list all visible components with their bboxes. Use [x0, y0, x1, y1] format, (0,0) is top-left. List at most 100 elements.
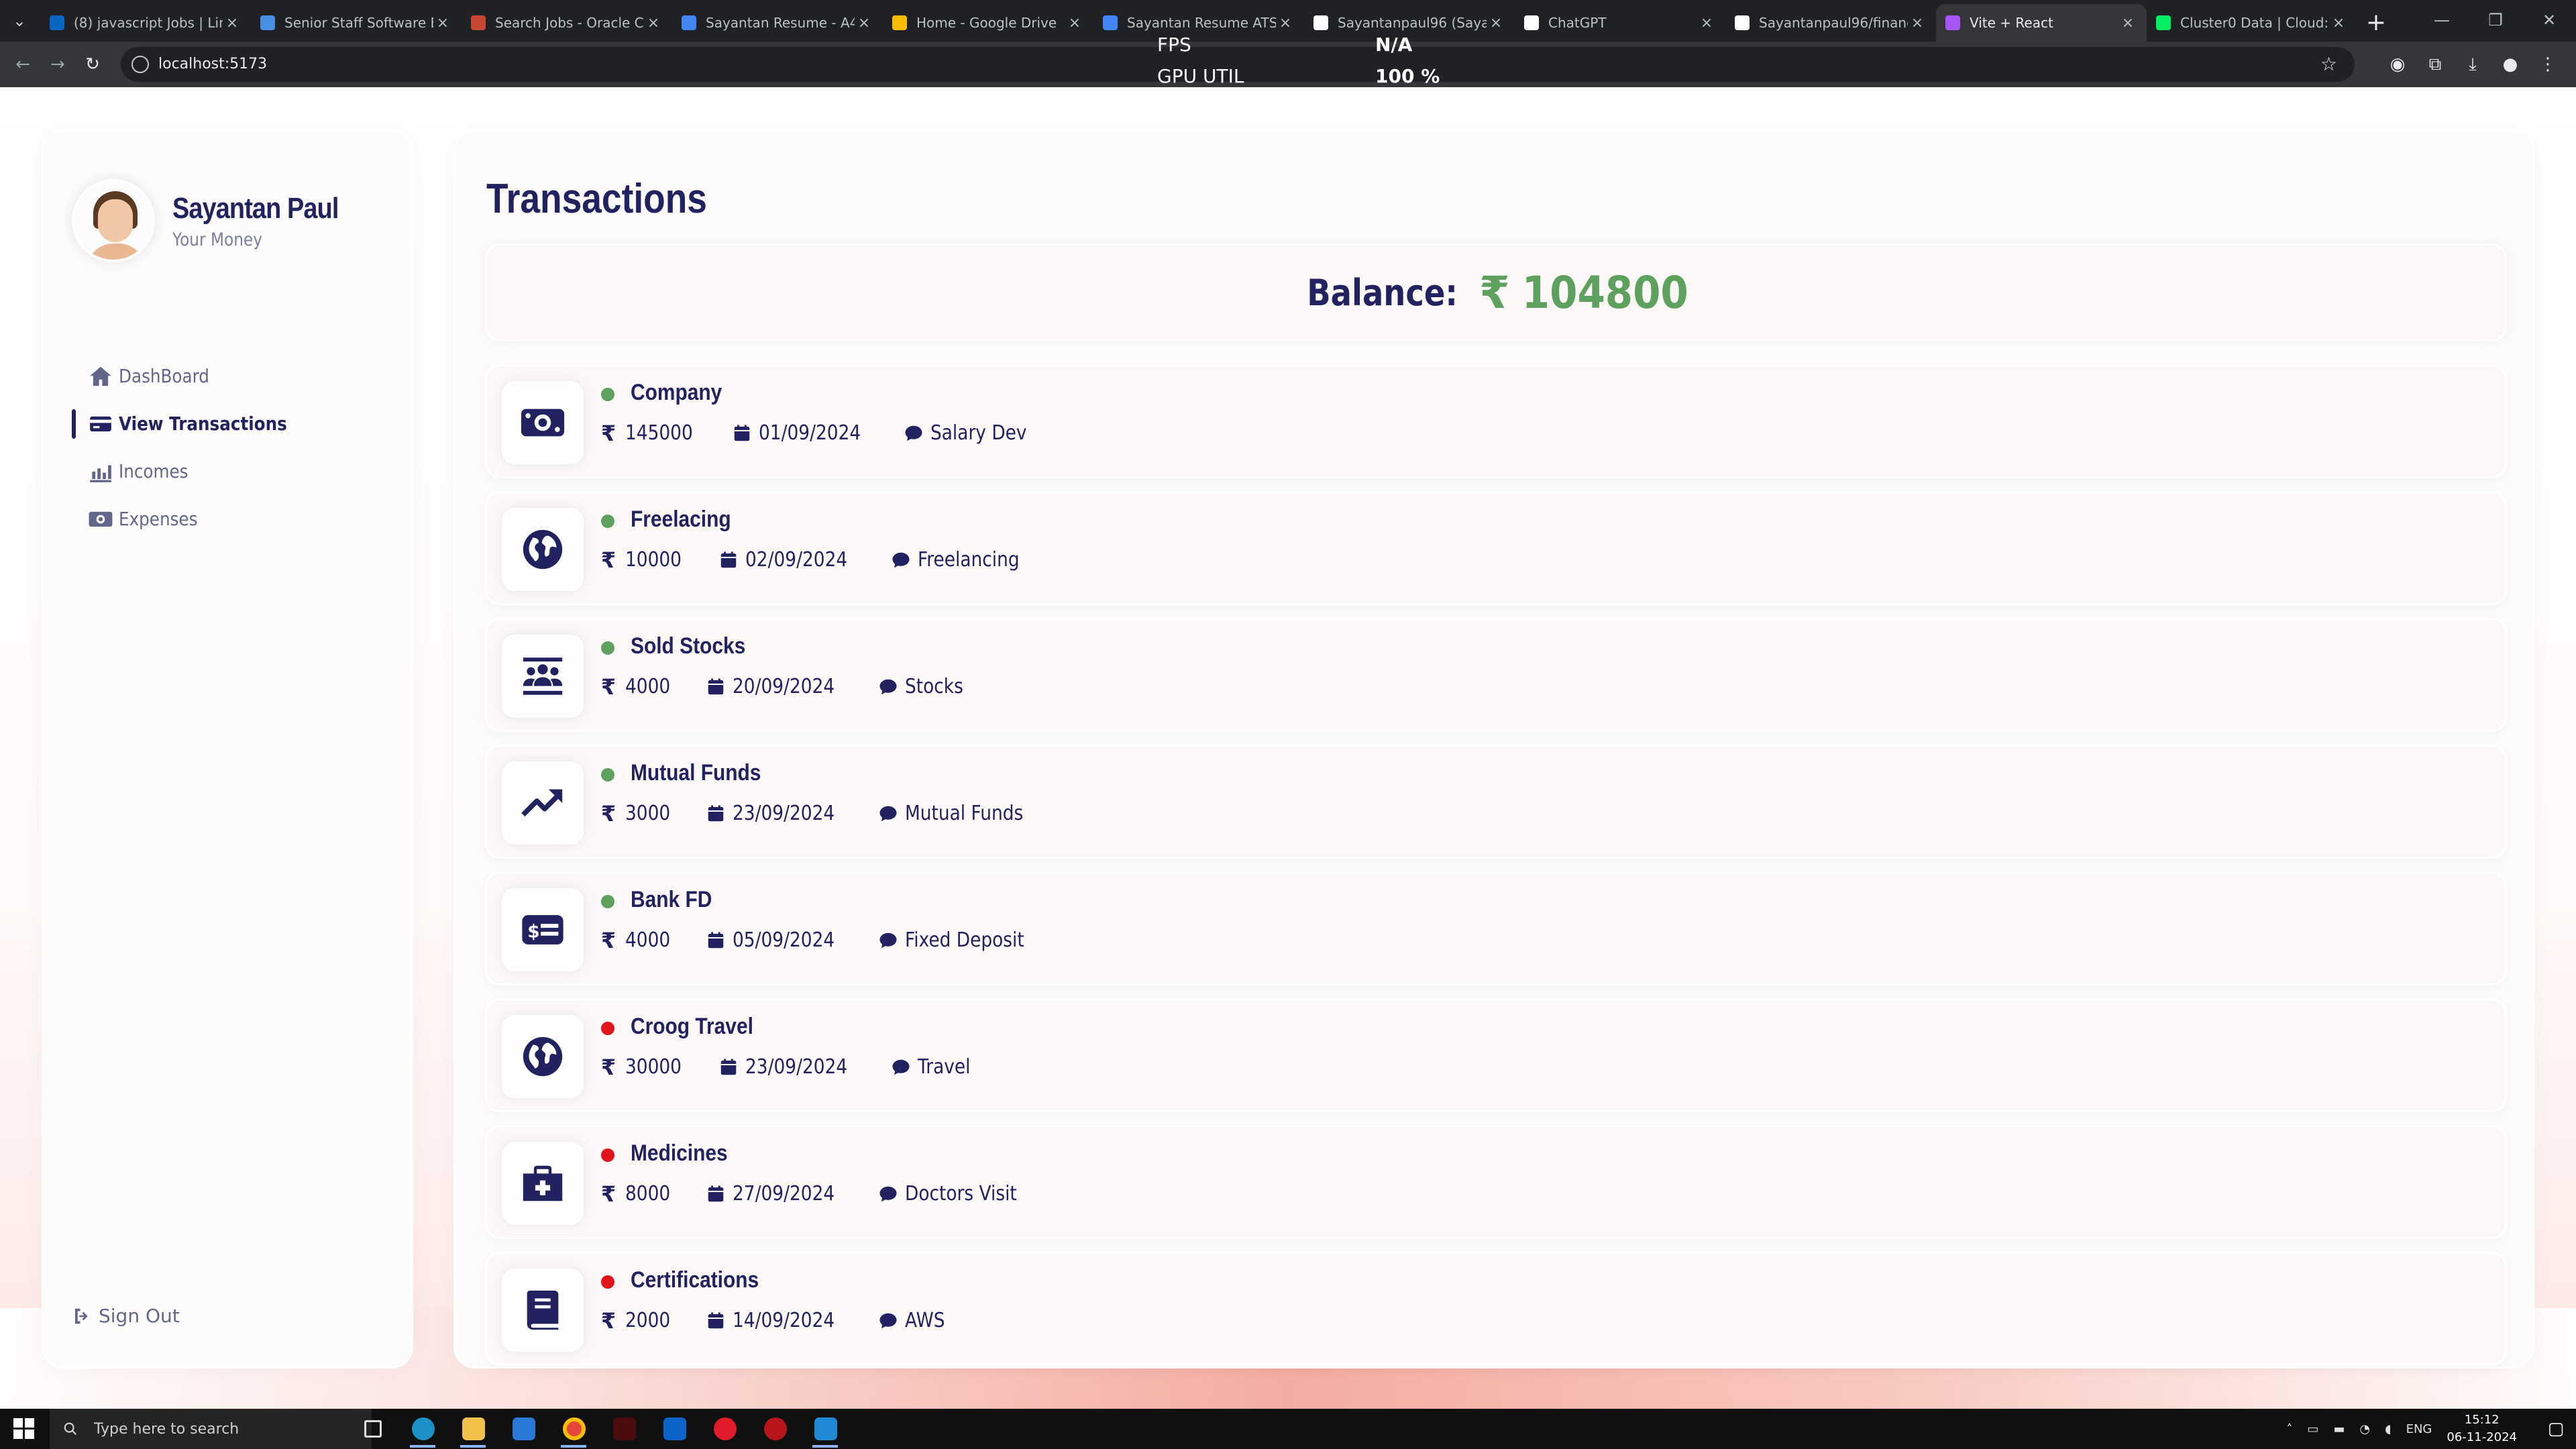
transaction-status-dot: [601, 1022, 614, 1035]
close-tab-icon[interactable]: ×: [1065, 15, 1084, 32]
profile-icon[interactable]: ●: [2496, 50, 2525, 79]
wifi-icon[interactable]: ◔: [2359, 1422, 2370, 1436]
sidebar-item-label: Expenses: [119, 508, 198, 530]
close-tab-icon[interactable]: ×: [433, 15, 452, 32]
balance-value: 104800: [1521, 266, 1688, 319]
sign-out-button[interactable]: Sign Out: [72, 1305, 180, 1327]
transaction-title: Bank FD: [631, 887, 712, 912]
vscode-icon[interactable]: [800, 1414, 851, 1448]
close-tab-icon[interactable]: ×: [1908, 15, 1927, 32]
game-app-icon[interactable]: [599, 1414, 649, 1444]
sidebar-item-incomes[interactable]: Incomes: [44, 447, 415, 495]
cash-card-icon: $: [522, 915, 564, 945]
user-subtitle: Your Money: [172, 229, 262, 250]
notification-icon[interactable]: ▢: [2536, 1419, 2576, 1439]
close-tab-icon[interactable]: ×: [855, 15, 873, 32]
calendar-icon: [721, 551, 737, 568]
browser-tab[interactable]: Search Jobs - Oracle Careers ×: [462, 4, 672, 42]
rupee-icon: ₹: [600, 1054, 616, 1080]
back-icon[interactable]: ←: [9, 51, 36, 78]
new-tab-button[interactable]: +: [2357, 4, 2395, 42]
taskbar-search[interactable]: Type here to search: [50, 1409, 372, 1449]
calendar-icon: [708, 805, 724, 821]
close-tab-icon[interactable]: ×: [1487, 15, 1505, 32]
close-tab-icon[interactable]: ×: [223, 15, 241, 32]
sidebar-item-view-transactions[interactable]: View Transactions: [44, 400, 415, 447]
transaction-amount: 4000: [625, 675, 671, 698]
close-tab-icon[interactable]: ×: [644, 15, 663, 32]
trend-up-icon: [521, 789, 563, 817]
transaction-description: Mutual Funds: [905, 802, 1024, 825]
transaction-title: Freelacing: [631, 506, 731, 532]
sidebar-item-dashboard[interactable]: DashBoard: [44, 352, 415, 400]
task-view-icon[interactable]: [347, 1414, 398, 1444]
transaction-category-icon-box: [502, 761, 584, 845]
volume-icon[interactable]: ◖: [2385, 1422, 2391, 1436]
search-icon: [64, 1422, 77, 1436]
browser-tab[interactable]: Sayantan Resume - A4 - Canva ×: [672, 4, 883, 42]
forward-icon[interactable]: →: [44, 51, 71, 78]
transaction-title: Sold Stocks: [631, 633, 746, 659]
puzzle-extensions-icon[interactable]: ⧉: [2420, 50, 2450, 79]
gpu-value: 100 %: [1375, 65, 1440, 87]
transaction-date: 23/09/2024: [733, 802, 835, 825]
restore-icon[interactable]: ❐: [2469, 0, 2522, 40]
download-icon[interactable]: ⤓: [2458, 50, 2487, 79]
browser-tab[interactable]: Cluster0 Data | Cloud: MongoDB ×: [2147, 4, 2357, 42]
rupee-icon: ₹: [600, 1307, 616, 1334]
transaction-category-icon-box: [502, 1269, 584, 1352]
browser-tab[interactable]: Home - Google Drive ×: [883, 4, 1093, 42]
edge-icon[interactable]: [398, 1414, 448, 1448]
close-tab-icon[interactable]: ×: [2118, 15, 2137, 32]
browser-tab[interactable]: Sayantanpaul96/finance-tracker ×: [1725, 4, 1936, 42]
transaction-description: AWS: [905, 1309, 945, 1332]
browser-tab[interactable]: ChatGPT ×: [1515, 4, 1725, 42]
fps-value: N/A: [1375, 34, 1413, 56]
money-trend-icon: [90, 465, 111, 482]
windows-start-icon[interactable]: [13, 1418, 35, 1440]
sidebar-item-expenses[interactable]: Expenses: [44, 495, 415, 543]
tray-network-icon[interactable]: ▭: [2307, 1422, 2318, 1436]
browser-tab[interactable]: Vite + React ×: [1936, 4, 2147, 42]
transaction-status-dot: [601, 388, 614, 401]
site-info-icon[interactable]: [131, 56, 149, 73]
transaction-amount: 8000: [625, 1182, 671, 1205]
sidebar-item-label: DashBoard: [119, 365, 209, 387]
transaction-date: 01/09/2024: [758, 421, 861, 445]
transaction-title: Medicines: [631, 1140, 728, 1166]
gpu-overlay: GPU UTIL 100 %: [1157, 60, 1440, 93]
system-tray: ˄ ▭ ▬ ◔ ◖ ENG 15:12 06-11-2024 ▢: [2286, 1409, 2576, 1449]
file-explorer-icon[interactable]: [448, 1414, 498, 1448]
transaction-status-dot: [601, 641, 614, 655]
gaming-overlay-icon[interactable]: [750, 1414, 800, 1444]
more-menu-icon[interactable]: ⋮: [2533, 50, 2563, 79]
bookmark-star-icon[interactable]: ☆: [2320, 47, 2337, 82]
battery-icon[interactable]: ▬: [2333, 1422, 2345, 1436]
reload-icon[interactable]: ↻: [79, 51, 106, 78]
opera-icon[interactable]: [700, 1414, 750, 1444]
rupee-icon: ₹: [600, 547, 616, 573]
transaction-date: 27/09/2024: [733, 1182, 835, 1205]
outlook-icon[interactable]: [649, 1414, 700, 1444]
show-hidden-icons-icon[interactable]: ˄: [2286, 1422, 2292, 1436]
store-icon[interactable]: [498, 1414, 549, 1444]
tab-title: Home - Google Drive: [916, 15, 1057, 31]
comment-icon: [892, 1059, 910, 1075]
extension-icon[interactable]: ◉: [2383, 50, 2412, 79]
avatar: [72, 179, 155, 262]
browser-tab[interactable]: Senior Staff Software Engineer ×: [251, 4, 462, 42]
tab-search-icon[interactable]: ⌄: [7, 9, 32, 32]
language-indicator[interactable]: ENG: [2406, 1422, 2432, 1436]
chrome-icon[interactable]: [549, 1414, 599, 1448]
tab-favicon-icon: [50, 15, 64, 30]
sign-out-label: Sign Out: [99, 1305, 180, 1327]
close-tab-icon[interactable]: ×: [1697, 15, 1716, 32]
transaction-description: Travel: [918, 1055, 971, 1079]
clock[interactable]: 15:12 06-11-2024: [2447, 1411, 2517, 1446]
balance-label: Balance:: [1306, 271, 1458, 314]
close-window-icon[interactable]: ✕: [2522, 0, 2576, 40]
browser-tab[interactable]: (8) javascript Jobs | LinkedIn ×: [40, 4, 251, 42]
globe-icon: [523, 529, 563, 570]
minimize-icon[interactable]: —: [2415, 0, 2469, 40]
close-tab-icon[interactable]: ×: [2329, 15, 2348, 32]
